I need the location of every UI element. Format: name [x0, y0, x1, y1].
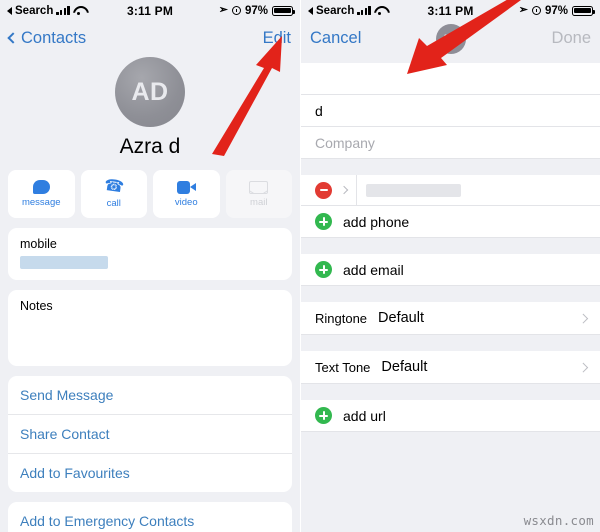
alarm-clock-icon: [231, 6, 241, 15]
video-label: video: [174, 196, 198, 208]
back-to-contacts-button[interactable]: Contacts: [7, 28, 87, 48]
company-placeholder: Company: [315, 134, 375, 151]
call-button[interactable]: ☎ call: [80, 170, 147, 218]
phone-field-card[interactable]: mobile: [8, 228, 292, 280]
spacer: [301, 55, 600, 63]
quick-actions-row: message ☎ call video mail: [0, 159, 300, 218]
contact-header: AD Azra d: [0, 55, 300, 159]
battery-icon: [572, 5, 595, 16]
ringtone-value: Default: [378, 310, 424, 326]
call-label: call: [106, 198, 121, 209]
message-bubble-icon: [32, 180, 50, 194]
add-to-emergency-contacts-action[interactable]: Add to Emergency Contacts: [8, 502, 292, 532]
ringtone-row[interactable]: Ringtone Default: [301, 302, 600, 335]
add-to-favourites-action[interactable]: Add to Favourites: [8, 454, 292, 492]
phone-field-label: mobile: [20, 237, 57, 251]
plus-circle-icon[interactable]: [315, 407, 332, 424]
name-fields-group: d Company: [301, 63, 600, 159]
last-name-value: d: [315, 102, 323, 119]
back-label: Contacts: [21, 28, 87, 47]
alarm-clock-icon: [531, 6, 541, 15]
battery-percent: 97%: [544, 4, 568, 17]
minus-circle-icon[interactable]: [315, 181, 332, 199]
cancel-button[interactable]: Cancel: [310, 29, 361, 48]
spacer: [301, 384, 600, 400]
add-phone-label: add phone: [343, 213, 410, 230]
avatar[interactable]: AD: [435, 24, 466, 54]
text-tone-value: Default: [381, 359, 428, 375]
email-group: add email: [301, 254, 600, 286]
company-field[interactable]: Company: [301, 127, 600, 159]
mail-button: mail: [225, 170, 292, 218]
divider: [356, 174, 357, 206]
avatar[interactable]: AD: [115, 57, 185, 127]
spacer: [301, 238, 600, 254]
mail-label: mail: [250, 196, 268, 208]
last-name-field[interactable]: d: [301, 95, 600, 127]
mail-envelope-icon: [249, 180, 269, 194]
location-arrow-icon: ➢: [218, 4, 228, 16]
phone-entry-group: add phone: [301, 174, 600, 238]
phone-label-redacted: [366, 183, 461, 197]
plus-circle-icon[interactable]: [315, 261, 332, 278]
spacer: [301, 286, 600, 302]
add-url-row[interactable]: add url: [301, 400, 600, 432]
ringtone-group: Ringtone Default: [301, 302, 600, 335]
status-bar-right: Search 3:11 PM ➢ 97%: [301, 0, 600, 21]
first-name-field-partial[interactable]: [301, 63, 600, 95]
right-nav-bar: Cancel AD Done: [301, 21, 600, 55]
chevron-left-icon: [7, 32, 19, 44]
right-phone-screen: Search 3:11 PM ➢ 97% Cancel AD Done d Co…: [300, 0, 600, 532]
plus-circle-icon[interactable]: [315, 213, 332, 230]
url-group: add url: [301, 400, 600, 432]
notes-card[interactable]: Notes: [8, 290, 292, 366]
texttone-group: Text Tone Default: [301, 351, 600, 384]
text-tone-label: Text Tone: [315, 359, 371, 375]
status-bar-left: Search 3:11 PM ➢ 97%: [0, 0, 300, 21]
edit-button[interactable]: Edit: [263, 29, 291, 48]
status-bar-right-group-2: ➢ 97%: [518, 4, 595, 17]
battery-icon: [272, 5, 295, 16]
ringtone-label: Ringtone: [315, 310, 368, 326]
spacer: [301, 159, 600, 175]
video-button[interactable]: video: [153, 170, 220, 218]
share-contact-action[interactable]: Share Contact: [8, 415, 292, 454]
done-button[interactable]: Done: [552, 29, 591, 48]
contact-name: Azra d: [119, 135, 181, 158]
send-message-action[interactable]: Send Message: [8, 376, 292, 415]
spacer: [301, 335, 600, 351]
phone-entry-row[interactable]: [301, 174, 600, 206]
screenshot-pair: Search 3:11 PM ➢ 97% Contacts Edit AD Az…: [0, 0, 600, 532]
emergency-card: Add to Emergency Contacts: [8, 502, 292, 532]
phone-number-redacted: [20, 256, 108, 269]
actions-card: Send Message Share Contact Add to Favour…: [8, 376, 292, 492]
watermark: wsxdn.com: [523, 513, 594, 528]
add-email-row[interactable]: add email: [301, 254, 600, 286]
add-url-label: add url: [343, 407, 386, 424]
battery-percent: 97%: [244, 4, 268, 17]
video-camera-icon: [176, 180, 196, 194]
location-arrow-icon: ➢: [518, 4, 528, 16]
left-nav-bar: Contacts Edit: [0, 21, 300, 55]
add-email-label: add email: [343, 261, 404, 278]
left-phone-screen: Search 3:11 PM ➢ 97% Contacts Edit AD Az…: [0, 0, 300, 532]
message-label: message: [21, 197, 61, 208]
add-phone-row[interactable]: add phone: [301, 206, 600, 238]
text-tone-row[interactable]: Text Tone Default: [301, 351, 600, 384]
chevron-right-icon[interactable]: [578, 313, 588, 323]
status-bar-right-group: ➢ 97%: [218, 4, 295, 17]
notes-label: Notes: [20, 299, 53, 313]
message-button[interactable]: message: [8, 170, 75, 218]
edit-form: d Company add phone add email Ringtone D…: [301, 55, 600, 432]
phone-handset-icon: ☎: [102, 176, 125, 197]
chevron-right-icon[interactable]: [339, 185, 349, 195]
chevron-right-icon[interactable]: [578, 362, 588, 372]
